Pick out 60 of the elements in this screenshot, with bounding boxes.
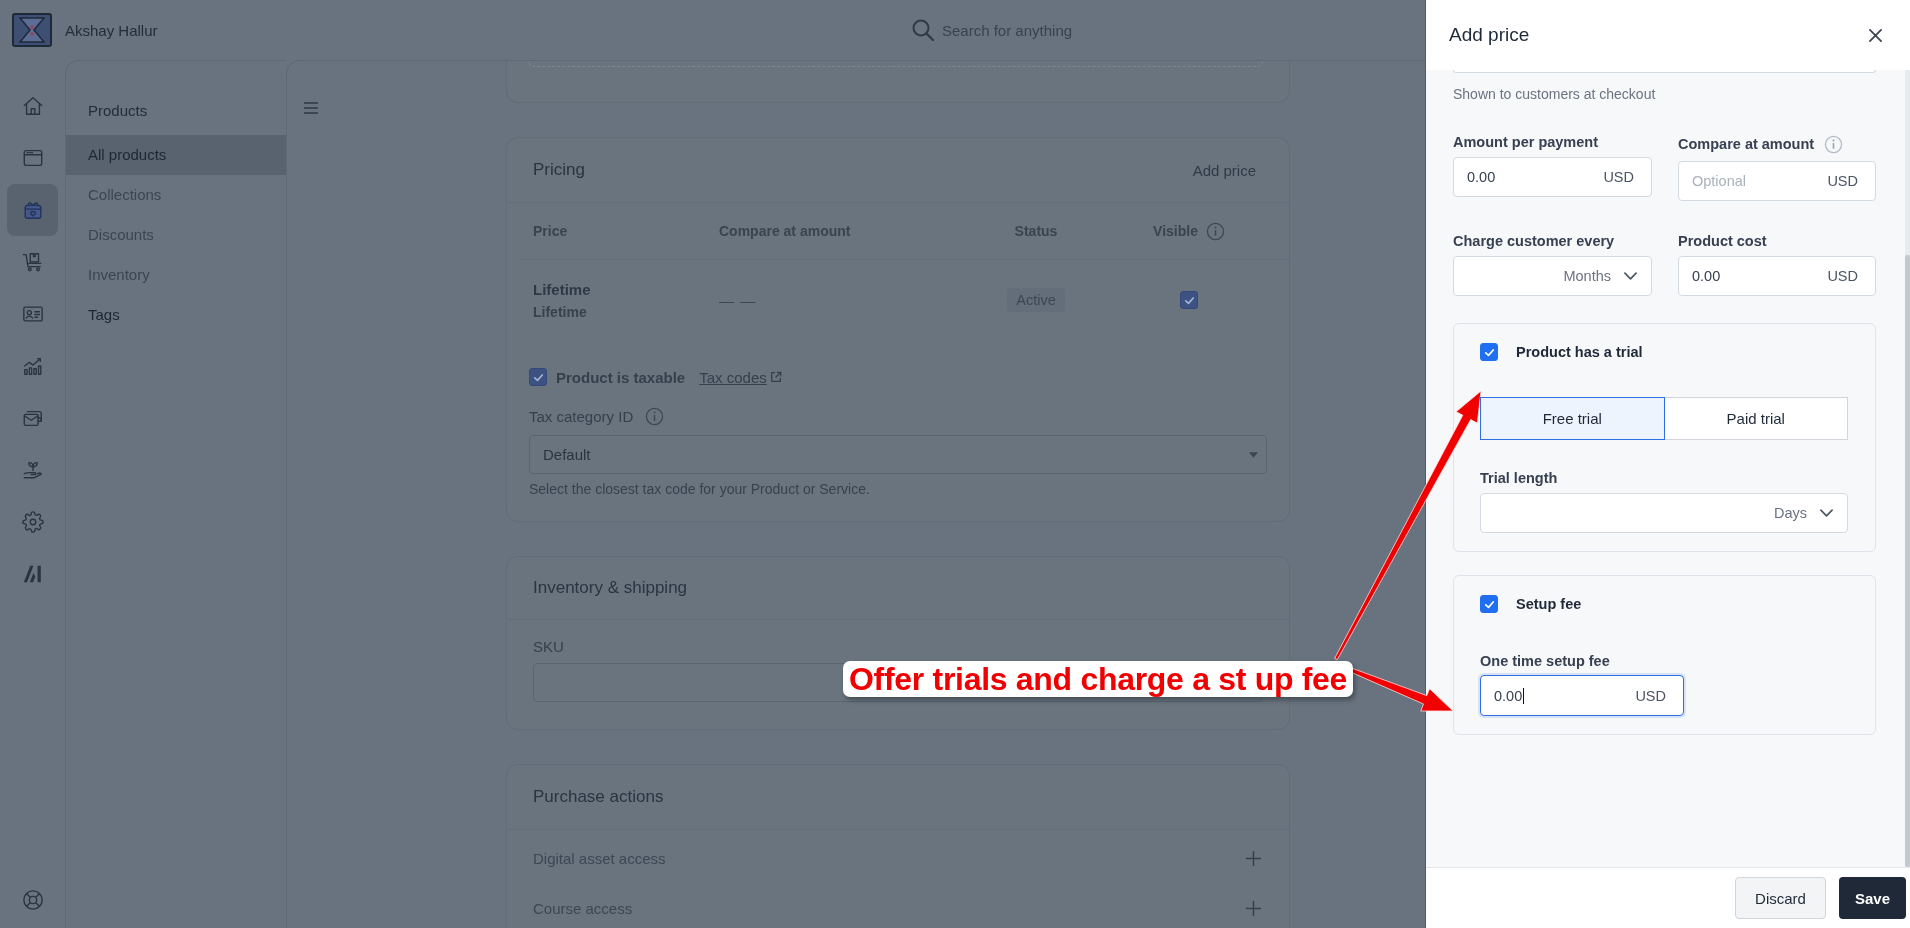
- setup-fee-field[interactable]: 0.00 USD: [1480, 675, 1684, 716]
- id-card-icon: [21, 303, 44, 325]
- close-icon: [1868, 28, 1882, 42]
- field-label: Compare at amount: [1678, 135, 1815, 153]
- caret-down-icon: [1249, 451, 1258, 458]
- trial-length-select[interactable]: Days: [1480, 493, 1848, 533]
- home-icon: [21, 95, 44, 117]
- visible-checkbox[interactable]: [1180, 291, 1198, 309]
- annotation-tooltip: Offer trials and charge a st up fee: [843, 661, 1354, 697]
- card-title: Inventory & shipping: [533, 578, 688, 598]
- nav-item[interactable]: Tags: [66, 295, 286, 335]
- amount-field[interactable]: 0.00 USD: [1453, 157, 1652, 197]
- stripes-logo-icon: [21, 563, 44, 585]
- info-icon[interactable]: [645, 406, 665, 426]
- field-label: Trial length: [1480, 469, 1559, 487]
- checkbox-label: Setup fee: [1516, 596, 1582, 612]
- sidebar-button[interactable]: [7, 184, 58, 236]
- sidebar-heading: Products: [87, 101, 148, 121]
- external-link-icon: [769, 371, 782, 383]
- scrollbar-thumb[interactable]: [1905, 255, 1910, 867]
- trial-checkbox[interactable]: [1480, 343, 1498, 361]
- plus-icon[interactable]: [1246, 900, 1261, 916]
- info-icon[interactable]: [1205, 221, 1225, 241]
- lifebuoy-icon: [21, 889, 44, 911]
- search-icon: [912, 19, 934, 41]
- taxable-checkbox[interactable]: [529, 368, 547, 386]
- field-hint: Shown to customers at checkout: [1453, 86, 1657, 102]
- cart-icon: [21, 251, 44, 273]
- field-label: Product cost: [1678, 232, 1768, 250]
- menu-icon[interactable]: [304, 102, 318, 114]
- trial-type-tab[interactable]: Paid trial: [1663, 397, 1848, 440]
- card-title: Purchase actions: [533, 787, 664, 807]
- plant-hand-icon: [21, 459, 44, 481]
- chevron-down-icon: [1820, 509, 1833, 517]
- setup-fee-checkbox[interactable]: [1480, 595, 1498, 613]
- discard-button[interactable]: Discard: [1735, 877, 1826, 919]
- interval-select[interactable]: Months: [1453, 256, 1652, 296]
- settings-icon: [21, 511, 44, 533]
- cost-field[interactable]: 0.00 USD: [1678, 256, 1876, 296]
- plus-icon[interactable]: [1246, 850, 1261, 866]
- panel-title: Add price: [1449, 24, 1530, 46]
- logo-icon: [12, 13, 52, 47]
- field-label: Amount per payment: [1453, 133, 1599, 151]
- card-title: Pricing: [533, 160, 585, 180]
- name-field[interactable]: [1453, 70, 1876, 73]
- compare-field[interactable]: Optional USD: [1678, 161, 1876, 201]
- tax-category-select[interactable]: Default: [529, 435, 1267, 474]
- field-label: Charge customer every: [1453, 232, 1616, 250]
- trial-type-tab[interactable]: Free trial: [1480, 397, 1665, 440]
- window-icon: [21, 147, 44, 169]
- price-name: Lifetime: [533, 280, 591, 298]
- account-name: Akshay Hallur: [65, 21, 158, 39]
- field-label: One time setup fee: [1480, 652, 1611, 670]
- save-button[interactable]: Save: [1838, 877, 1906, 919]
- chevron-down-icon: [1624, 272, 1637, 280]
- info-icon[interactable]: [1824, 134, 1844, 154]
- checkbox-label: Product has a trial: [1516, 344, 1643, 360]
- scrollbar-track[interactable]: [1905, 70, 1910, 867]
- table-cell: — —: [719, 291, 757, 309]
- chart-icon: [21, 355, 44, 377]
